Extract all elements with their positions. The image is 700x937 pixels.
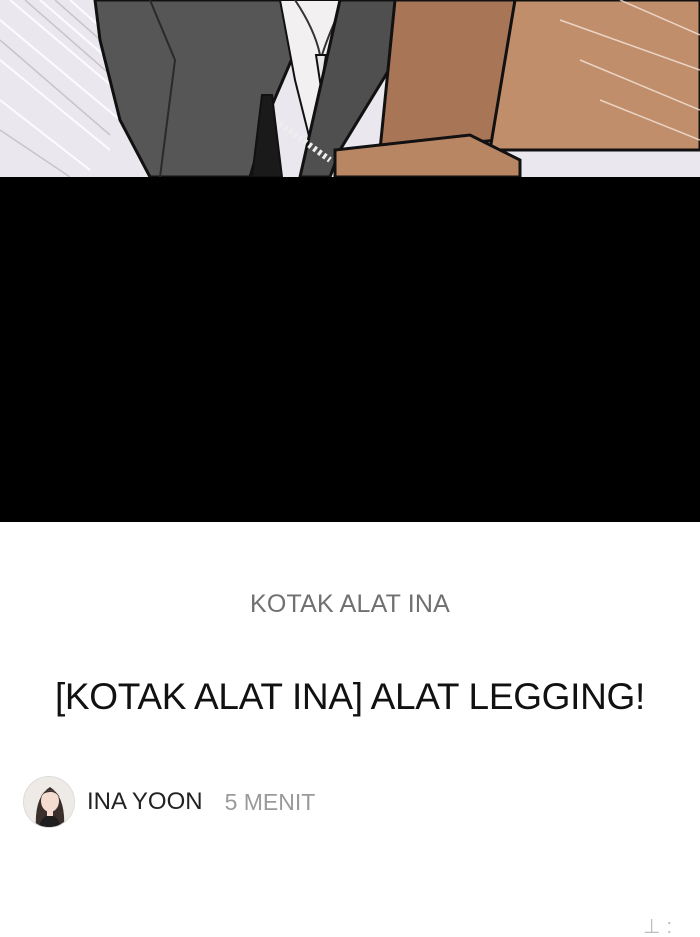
post-category[interactable]: KOTAK ALAT INA [0,590,700,619]
post-page: KOTAK ALAT INA [KOTAK ALAT INA] ALAT LEG… [0,0,700,937]
read-time: 5 MENIT [224,788,316,815]
comic-panel-illustration [0,0,700,177]
post-title: [KOTAK ALAT INA] ALAT LEGGING! [54,676,646,717]
author-row[interactable]: INA YOON 5 MENIT [23,776,315,828]
black-comic-panel [0,177,700,522]
corner-glyphs: ⊥: [643,916,678,937]
author-name[interactable]: INA YOON [87,788,203,816]
author-avatar[interactable] [23,776,75,828]
